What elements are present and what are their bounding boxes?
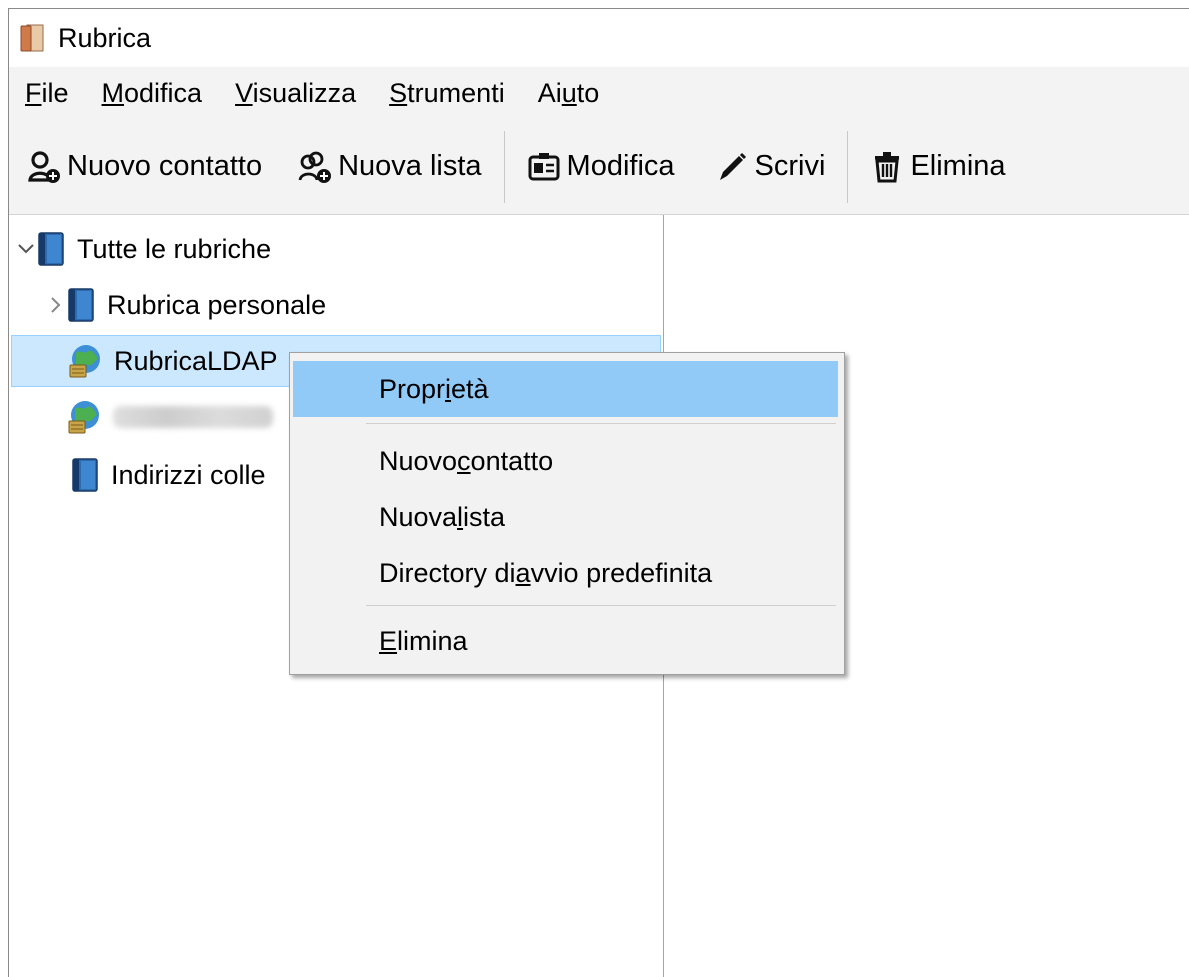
menu-item-delete[interactable]: Elimina [293, 613, 838, 669]
ldap-directory-icon [69, 345, 100, 378]
menu-item-properties[interactable]: Propr i età [293, 361, 838, 417]
menu-bar: File Modifica Visualizza Strumenti Aiuto [9, 67, 1189, 119]
trash-icon [875, 151, 900, 182]
new-contact-button[interactable]: Nuovo contatto [17, 137, 272, 197]
address-book-app-icon [20, 24, 44, 52]
address-book-icon [72, 458, 98, 492]
tree-item-label: Rubrica personale [107, 289, 327, 320]
menu-item-new-list[interactable]: Nuova l ista [293, 489, 838, 545]
title-bar: Rubrica [9, 9, 1189, 67]
menu-help[interactable]: Aiuto [536, 76, 602, 111]
tree-item-label: Tutte le rubriche [77, 233, 272, 264]
chevron-down-icon[interactable] [15, 238, 37, 260]
menu-tools[interactable]: Strumenti [387, 76, 507, 111]
write-button[interactable]: Scrivi [705, 137, 836, 197]
delete-button[interactable]: Elimina [860, 137, 1015, 197]
menu-view[interactable]: Visualizza [233, 76, 358, 111]
menu-item-new-contact[interactable]: Nuovo c ontatto [293, 433, 838, 489]
window-title: Rubrica [58, 22, 152, 53]
add-list-icon [298, 151, 332, 183]
chevron-right-icon[interactable] [45, 294, 67, 316]
add-contact-icon [28, 150, 60, 183]
tree-item-label: RubricaLDAP [114, 345, 278, 376]
blurred-label [113, 406, 273, 428]
contact-card-icon [528, 152, 560, 180]
ldap-directory-icon [68, 401, 99, 434]
menu-separator [366, 423, 836, 424]
toolbar: Nuovo contatto Nuova lista Modifica Scri… [9, 119, 1189, 215]
toolbar-separator [847, 130, 849, 203]
address-book-icon [38, 232, 64, 266]
tree-item-label: Indirizzi colle [111, 459, 266, 490]
tree-item-personal-address-book[interactable]: Rubrica personale [45, 279, 655, 331]
pencil-icon [719, 152, 746, 180]
menu-edit[interactable]: Modifica [100, 76, 205, 111]
menu-separator [366, 605, 836, 606]
edit-button[interactable]: Modifica [517, 137, 685, 197]
menu-item-default-startup-directory[interactable]: Directory di a vvio predefinita [293, 545, 838, 601]
context-menu: Propr i età Nuovo c ontatto Nuova l ista Dir… [289, 352, 845, 675]
toolbar-separator [503, 130, 505, 203]
menu-file[interactable]: File [23, 76, 71, 111]
new-list-button[interactable]: Nuova lista [288, 137, 491, 197]
tree-item-all-address-books[interactable]: Tutte le rubriche [15, 223, 655, 275]
address-book-icon [68, 288, 94, 322]
